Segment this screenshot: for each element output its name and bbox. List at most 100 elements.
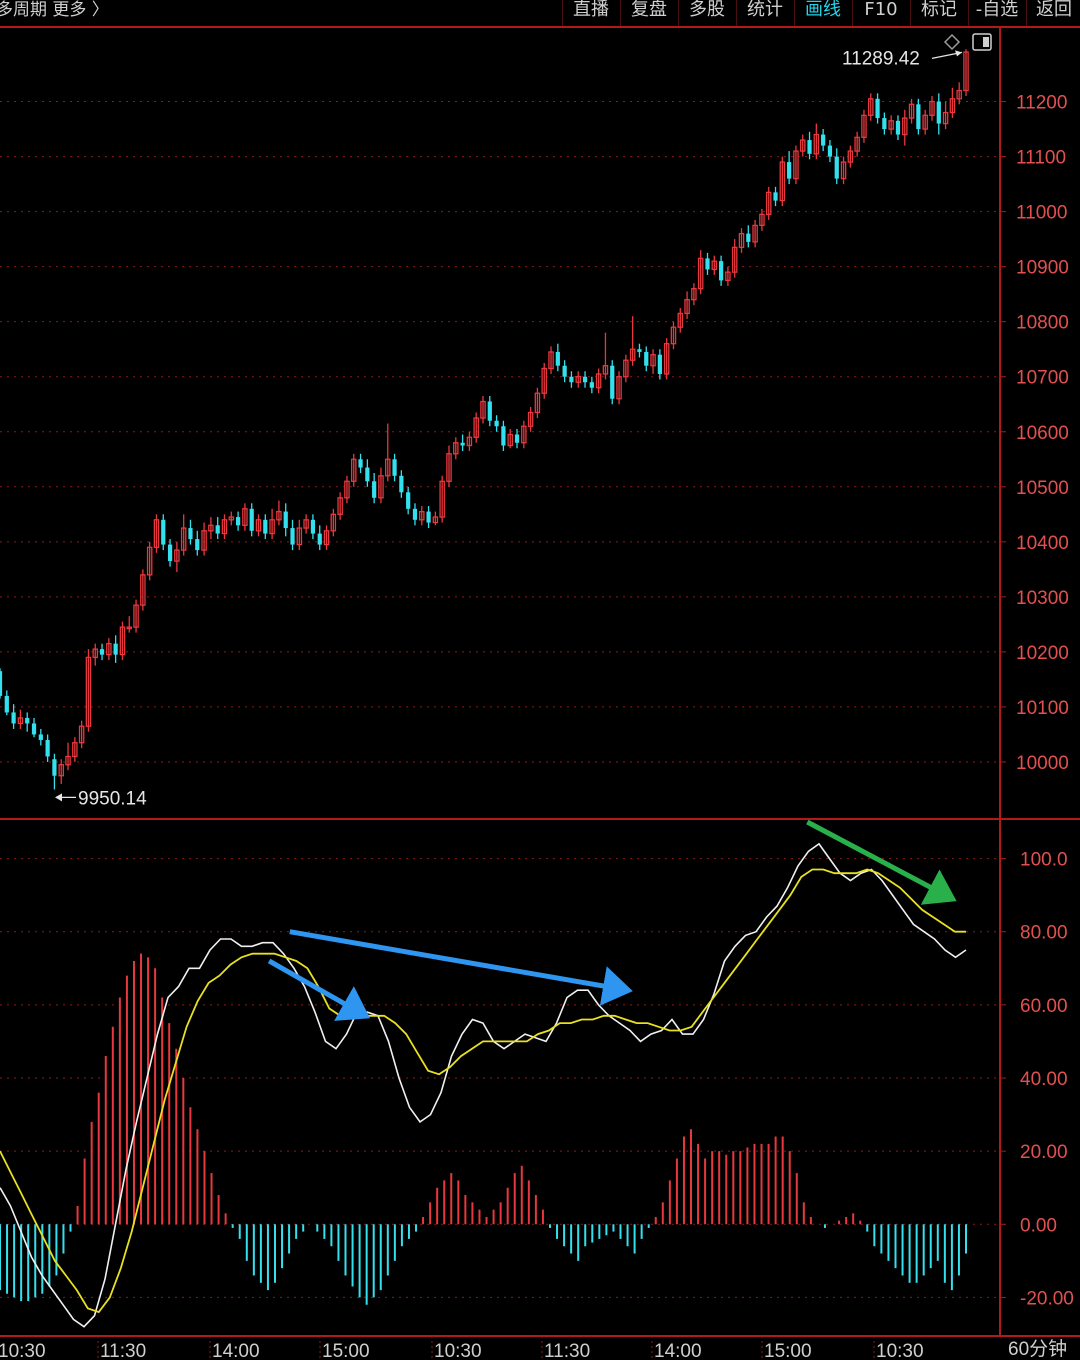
time-axis: 10:30 11:30 14:00 15:00 10:30 11:30 14:00 15:00… [0, 1336, 1067, 1360]
price-tick-label: 10500 [1016, 478, 1069, 499]
candle-body-down [215, 525, 220, 534]
candle-body-down [195, 539, 200, 551]
candle-body-down [167, 544, 173, 562]
d-line [0, 868, 966, 1314]
blue-arrow-short [267, 958, 371, 1021]
time-tick-label: 14:00 [212, 1341, 260, 1360]
candle-body-down [562, 365, 567, 377]
candle-body-down [460, 442, 465, 446]
green-arrow [806, 819, 957, 905]
candle-body-down [317, 533, 322, 545]
layout-toggle-icon-fill [983, 37, 989, 47]
time-tick-label: 11:30 [100, 1341, 146, 1360]
time-tick-label: 15:00 [764, 1341, 812, 1360]
candle-body-down [45, 739, 50, 757]
timeframe-label: 60分钟 [1008, 1338, 1067, 1360]
candle-body-down [807, 140, 812, 154]
candle-body-down [426, 511, 431, 523]
candle-body-down [365, 467, 370, 482]
candle-body-down [637, 349, 642, 352]
candle-body-down [31, 723, 37, 735]
candle-body-down [827, 145, 833, 157]
candle-body-down [52, 759, 57, 776]
macd-histogram [0, 953, 967, 1305]
candle-body-down [25, 717, 30, 724]
price-tick-label: 10400 [1016, 533, 1069, 554]
candle-body-down [249, 508, 254, 531]
candle-body-down [657, 354, 662, 374]
candle-body-down [610, 365, 615, 399]
time-tick-label: 10:30 [434, 1341, 482, 1360]
candle-body-down [501, 426, 506, 446]
diamond-icon [943, 33, 961, 51]
low-pointer-head [55, 793, 62, 802]
candle-body-down [821, 134, 826, 146]
candle-body-down [916, 104, 921, 130]
price-tick-label: 10200 [1016, 643, 1069, 664]
indicator-tick-label: 40.00 [1020, 1069, 1068, 1090]
indicator-tick-label: -20.00 [1020, 1288, 1074, 1309]
indicator-tick-label: 80.00 [1020, 923, 1068, 944]
candle-body-down [235, 517, 241, 526]
candle-body-down [494, 420, 499, 427]
price-tick-label: 10900 [1016, 258, 1069, 279]
price-tick-label: 10300 [1016, 588, 1069, 609]
price-tick-label: 10600 [1016, 423, 1069, 444]
price-tick-label: 10700 [1016, 368, 1069, 389]
candle-body-down [582, 376, 588, 383]
candle-body-down [746, 233, 751, 242]
candle-body-down [787, 162, 792, 179]
price-tick-label: 11200 [1016, 93, 1067, 114]
candle-body-down [372, 481, 377, 498]
candle-body-down [406, 492, 411, 509]
high-label: 11289.42 [842, 48, 920, 69]
candle-body-down [392, 459, 397, 476]
indicator-tick-label: 60.00 [1020, 996, 1068, 1017]
price-tick-label: 10000 [1016, 753, 1069, 774]
candle-body-down [283, 511, 288, 529]
time-tick-label: 14:00 [654, 1341, 702, 1360]
price-tick-label: 11100 [1016, 148, 1066, 169]
candle-body-down [569, 376, 574, 383]
candle-body-down [38, 734, 43, 740]
k-line [0, 842, 967, 1328]
grid-lines [0, 101, 998, 1298]
candle-body-down [895, 120, 901, 135]
candle-body-down [188, 528, 193, 540]
price-axis: 11200 11100 11000 10900 10800 10700 10600 10500… [1000, 93, 1069, 774]
candle-body-down [161, 519, 166, 545]
indicator-axis: 100.0 80.00 60.00 40.00 20.00 0.00 -20.00 [1000, 850, 1074, 1309]
candle-body-down [358, 459, 363, 468]
candle-body-down [936, 101, 941, 124]
candle-body-down [4, 695, 9, 713]
candle-body-down [718, 261, 724, 281]
candle-body-down [705, 258, 710, 270]
candle-body-down [487, 401, 492, 421]
kdj-lines [0, 842, 967, 1328]
indicator-tick-label: 20.00 [1020, 1142, 1068, 1163]
candle-body-down [0, 671, 3, 696]
candle-body-down [644, 351, 649, 366]
indicator-tick-label: 0.00 [1020, 1215, 1057, 1236]
low-label: 9950.14 [78, 788, 147, 809]
chart-tools [943, 33, 992, 51]
candle-body-down [99, 649, 105, 655]
candle-body-down [589, 382, 594, 388]
candle-body-down [263, 519, 268, 534]
blue-arrow-long [289, 929, 633, 1006]
price-tick-label: 10800 [1016, 313, 1069, 334]
candle-body-down [834, 156, 839, 179]
candle-body-down [773, 192, 778, 201]
price-tick-label: 11000 [1016, 203, 1067, 224]
candle-body-down [875, 98, 880, 119]
candle-body-down [290, 528, 295, 545]
high-pointer-head [955, 50, 962, 57]
candle-body-down [412, 508, 418, 520]
price-tick-label: 10100 [1016, 698, 1069, 719]
candlestick-series [0, 49, 969, 790]
candle-body-down [11, 712, 16, 724]
candle-body-down [310, 519, 316, 534]
candle-body-down [514, 434, 520, 443]
time-tick-label: 10:30 [876, 1341, 924, 1360]
chart-canvas[interactable]: 11200 11100 11000 10900 10800 10700 10600 10500… [0, 0, 1080, 1360]
